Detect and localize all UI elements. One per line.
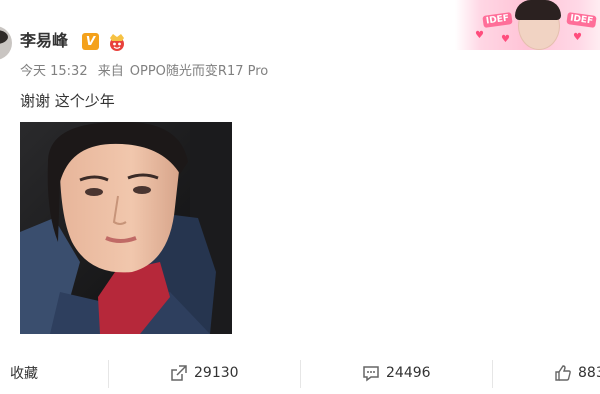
crown-badge-icon[interactable] xyxy=(106,32,128,52)
heart-icon: ♥ xyxy=(501,34,510,45)
comment-icon xyxy=(363,366,379,382)
post-meta: 今天 15:32 来自 OPPO随光而变R17 Pro xyxy=(20,63,274,81)
comment-button[interactable]: 24496 xyxy=(362,356,431,390)
action-toolbar: 收藏 29130 24496 88 xyxy=(0,356,600,394)
like-button[interactable]: 883 xyxy=(554,356,600,390)
banner-sticker-left: IDEF xyxy=(482,12,513,28)
favorite-label: 收藏 xyxy=(10,366,38,382)
toolbar-divider xyxy=(108,360,109,388)
post-photo[interactable] xyxy=(20,122,232,334)
repost-count: 29130 xyxy=(194,365,239,381)
repost-icon xyxy=(171,365,187,381)
verified-v-icon[interactable]: V xyxy=(82,33,99,50)
heart-icon: ♥ xyxy=(573,32,582,43)
toolbar-divider xyxy=(492,360,493,388)
comment-count: 24496 xyxy=(386,365,431,381)
like-count: 883 xyxy=(578,365,600,381)
repost-button[interactable]: 29130 xyxy=(170,356,239,390)
post-text: 谢谢 这个少年 xyxy=(20,92,115,110)
thumbs-up-icon xyxy=(555,365,571,381)
fan-banner-decoration[interactable]: IDEF ♥ ♥ IDEF ♥ xyxy=(455,0,600,50)
selfie-image xyxy=(20,122,232,334)
toolbar-divider xyxy=(300,360,301,388)
banner-portrait-hair xyxy=(515,0,561,20)
user-avatar[interactable] xyxy=(0,26,12,60)
source-prefix: 来自 xyxy=(97,64,124,79)
post-time[interactable]: 今天 15:32 xyxy=(20,64,88,79)
banner-sticker-right: IDEF xyxy=(566,12,597,28)
favorite-button[interactable]: 收藏 xyxy=(0,356,38,390)
heart-icon: ♥ xyxy=(475,30,484,41)
source-device[interactable]: OPPO随光而变R17 Pro xyxy=(130,64,268,79)
username[interactable]: 李易峰 xyxy=(20,31,68,51)
weibo-post: 李易峰 V IDEF ♥ ♥ IDEF ♥ 今天 15:32 来自 OPPO随光而… xyxy=(0,0,600,394)
